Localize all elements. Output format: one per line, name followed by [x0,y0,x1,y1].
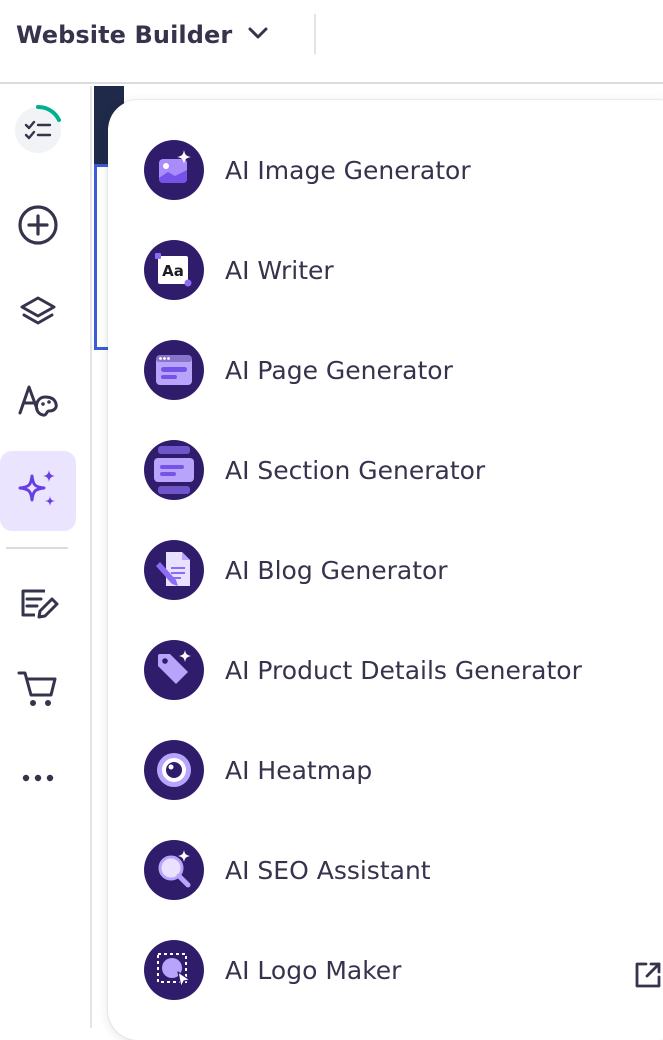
sidebar-item-ai-tools[interactable] [0,451,76,531]
more-horizontal-icon [18,768,58,792]
sidebar-item-layers[interactable] [0,276,76,356]
svg-text:Aa: Aa [162,262,184,280]
layers-icon [16,292,60,340]
chevron-down-icon [246,21,270,49]
menu-item-ai-seo-assistant[interactable]: AI SEO Assistant [144,835,663,905]
cart-icon [15,667,61,717]
ai-seo-magnifier-icon [144,840,204,900]
sidebar-item-blog[interactable] [0,566,76,646]
menu-item-ai-section-generator[interactable]: AI Section Generator [144,435,663,505]
menu-item-label: AI Heatmap [225,755,373,785]
ai-page-icon [144,340,204,400]
ai-tools-menu: AI Image Generator Aa AI Writer AI Page … [108,100,663,1040]
ai-image-icon [144,140,204,200]
menu-item-ai-product-details-generator[interactable]: AI Product Details Generator [144,635,663,705]
sidebar-item-more[interactable] [0,740,76,820]
sparkles-icon [15,466,61,516]
typography-palette-icon [15,379,61,429]
sidebar-item-add[interactable] [0,187,76,267]
top-bar: Website Builder [0,0,663,84]
sidebar-item-store[interactable] [0,652,76,732]
menu-item-ai-blog-generator[interactable]: AI Blog Generator [144,535,663,605]
menu-item-label: AI Section Generator [225,455,486,485]
checklist-progress-icon [12,104,64,160]
external-link-icon[interactable] [630,957,663,993]
menu-item-ai-heatmap[interactable]: AI Heatmap [144,735,663,805]
menu-item-ai-writer[interactable]: Aa AI Writer [144,235,663,305]
menu-item-label: AI Page Generator [225,355,453,385]
app-title: Website Builder [16,21,233,49]
menu-item-label: AI Logo Maker [225,955,402,985]
plus-circle-icon [16,203,60,251]
menu-item-label: AI SEO Assistant [225,855,431,885]
app-switcher-button[interactable]: Website Builder [16,14,270,56]
menu-item-label: AI Image Generator [225,155,471,185]
topbar-divider [314,14,316,54]
menu-item-ai-page-generator[interactable]: AI Page Generator [144,335,663,405]
menu-item-label: AI Blog Generator [225,555,448,585]
menu-item-label: AI Product Details Generator [225,655,582,685]
sidebar-item-styles[interactable] [0,364,76,444]
menu-item-ai-logo-maker[interactable]: AI Logo Maker [144,935,663,1005]
ai-section-icon [144,440,204,500]
ai-writer-icon: Aa [144,240,204,300]
edit-list-icon [15,581,61,631]
ai-product-tag-icon [144,640,204,700]
ai-heatmap-eye-icon [144,740,204,800]
menu-item-ai-image-generator[interactable]: AI Image Generator [144,135,663,205]
ai-blog-icon [144,540,204,600]
sidebar-divider [6,547,68,549]
left-sidebar [0,86,92,1028]
sidebar-item-checklist[interactable] [0,92,76,172]
ai-logo-icon [144,940,204,1000]
menu-item-label: AI Writer [225,255,334,285]
